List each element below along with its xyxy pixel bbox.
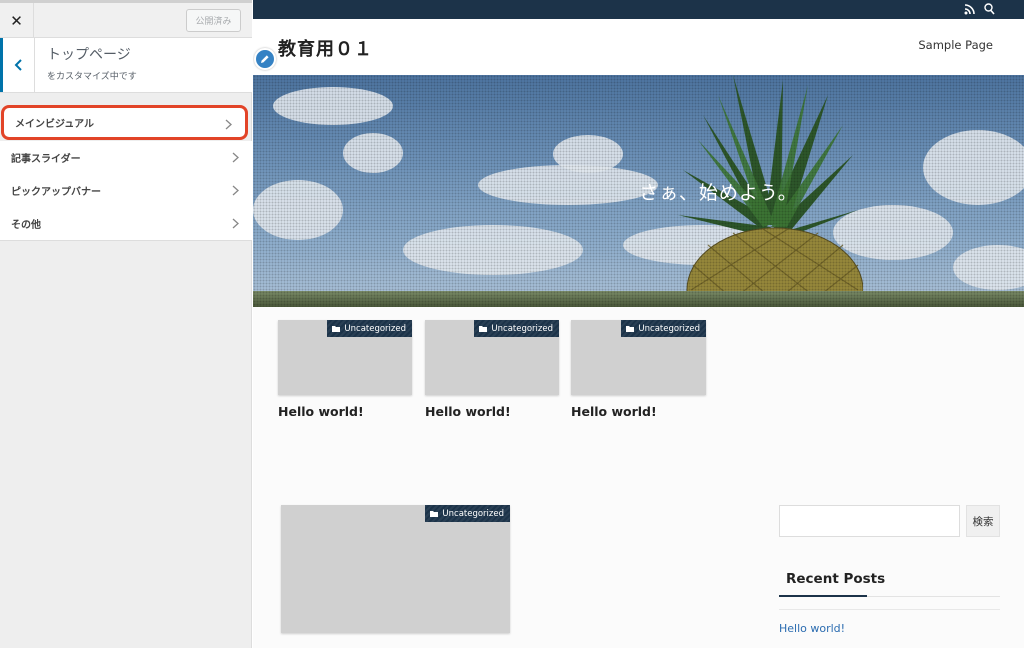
nav-item-sample-page[interactable]: Sample Page: [918, 38, 993, 52]
category-label: Uncategorized: [442, 508, 504, 519]
site-top-bar: [253, 0, 1024, 19]
panel-item-label: ピックアップバナー: [11, 187, 101, 198]
post-card[interactable]: Uncategorized Hello world!: [425, 320, 559, 420]
recent-post-link[interactable]: Hello world!: [779, 622, 845, 635]
category-badge[interactable]: Uncategorized: [474, 320, 559, 337]
site-title[interactable]: 教育用０１: [278, 35, 373, 61]
folder-icon: [430, 510, 439, 517]
chevron-left-icon: [14, 59, 22, 71]
close-icon[interactable]: ✕: [0, 3, 34, 38]
search-icon[interactable]: [984, 3, 995, 15]
folder-icon: [332, 325, 341, 332]
panel-item-label: その他: [11, 220, 41, 231]
back-button[interactable]: [0, 38, 35, 92]
panel-item-label: 記事スライダー: [11, 154, 81, 165]
site-preview: 教育用０１ Sample Page さぁ、始めよう。 Uncategorized…: [253, 0, 1024, 648]
category-label: Uncategorized: [344, 323, 406, 334]
post-title[interactable]: Hello world!: [571, 404, 657, 419]
rss-icon[interactable]: [964, 4, 975, 15]
panel-item-label: メインビジュアル: [15, 119, 94, 130]
category-badge[interactable]: Uncategorized: [327, 320, 412, 337]
customizer-top-bar: ✕ 公開済み: [0, 0, 252, 38]
section-subtitle: をカスタマイズ中です: [47, 72, 137, 82]
category-badge[interactable]: Uncategorized: [425, 505, 510, 522]
search-button[interactable]: 検索: [966, 505, 1000, 537]
panel-item-pickup-banner[interactable]: ピックアップバナー: [0, 174, 252, 208]
chevron-right-icon: [232, 185, 239, 196]
customizer-sidebar: ✕ 公開済み トップページ をカスタマイズ中です メインビジュアル 記事スライダ…: [0, 0, 252, 648]
panel-item-article-slider[interactable]: 記事スライダー: [0, 141, 252, 175]
search-input[interactable]: [779, 505, 960, 537]
post-title[interactable]: Hello world!: [278, 404, 364, 419]
edit-shortcut-pencil-icon[interactable]: [254, 48, 276, 70]
chevron-right-icon: [225, 119, 232, 130]
folder-icon: [479, 325, 488, 332]
panel-item-main-visual[interactable]: メインビジュアル: [1, 105, 248, 140]
category-badge[interactable]: Uncategorized: [621, 320, 706, 337]
post-card[interactable]: Uncategorized Hello world!: [571, 320, 706, 420]
featured-post-card[interactable]: Uncategorized: [281, 505, 510, 633]
publish-button[interactable]: 公開済み: [186, 9, 241, 32]
heading-accent-line: [779, 595, 867, 597]
main-visual: さぁ、始めよう。: [253, 75, 1024, 307]
recent-posts-heading: Recent Posts: [786, 571, 886, 587]
section-header: トップページ をカスタマイズ中です: [0, 38, 252, 93]
section-title: トップページ: [47, 47, 131, 63]
chevron-right-icon: [232, 218, 239, 229]
post-title[interactable]: Hello world!: [425, 404, 511, 419]
pencil-icon: [261, 55, 269, 63]
category-label: Uncategorized: [491, 323, 553, 334]
category-label: Uncategorized: [638, 323, 700, 334]
hero-caption: さぁ、始めよう。: [639, 182, 798, 204]
folder-icon: [626, 325, 635, 332]
post-card[interactable]: Uncategorized Hello world!: [278, 320, 412, 420]
post-thumbnail[interactable]: [281, 505, 510, 633]
panel-item-other[interactable]: その他: [0, 207, 252, 241]
divider: [779, 609, 1000, 610]
site-header: 教育用０１ Sample Page: [253, 19, 1024, 75]
chevron-right-icon: [232, 152, 239, 163]
